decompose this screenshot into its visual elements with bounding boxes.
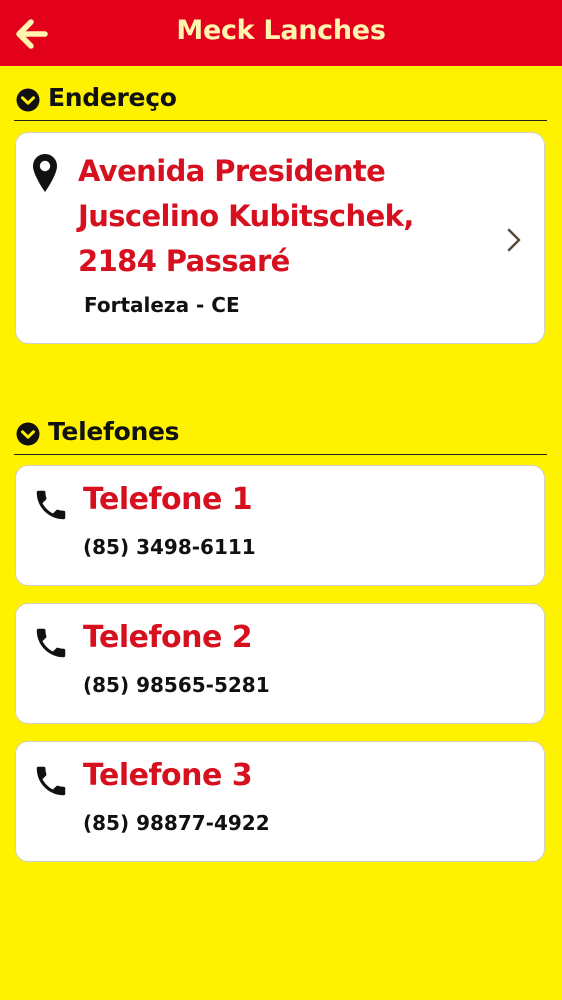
phone-number: (85) 98565-5281 (83, 673, 270, 697)
chevron-down-circle-icon (16, 88, 40, 112)
section-title-endereco: Endereço (48, 83, 177, 112)
address-street: Avenida Presidente Juscelino Kubitschek,… (78, 149, 478, 284)
phone-title: Telefone 3 (83, 758, 253, 793)
phone-title: Telefone 2 (83, 620, 253, 655)
address-line: Avenida Presidente (78, 154, 386, 188)
section-title-telefones: Telefones (48, 417, 180, 446)
phone-icon (36, 490, 66, 520)
phone-icon (36, 766, 66, 796)
address-card[interactable]: Avenida Presidente Juscelino Kubitschek,… (15, 132, 545, 344)
chevron-right-icon (507, 228, 521, 252)
phone-number: (85) 3498-6111 (83, 535, 256, 559)
phone-card[interactable]: Telefone 2 (85) 98565-5281 (15, 603, 545, 724)
app-title: Meck Lanches (176, 15, 386, 46)
address-line: Juscelino Kubitschek, (78, 199, 414, 233)
section-header-endereco[interactable]: Endereço (14, 76, 547, 121)
phone-number: (85) 98877-4922 (83, 811, 270, 835)
location-pin-icon (33, 154, 57, 192)
section-header-telefones[interactable]: Telefones (14, 410, 547, 455)
phone-title: Telefone 1 (83, 482, 253, 517)
app-bar: Meck Lanches (0, 0, 562, 66)
address-city: Fortaleza - CE (84, 293, 240, 317)
phone-icon (36, 628, 66, 658)
phone-card[interactable]: Telefone 1 (85) 3498-6111 (15, 465, 545, 586)
chevron-down-circle-icon (16, 422, 40, 446)
phone-card[interactable]: Telefone 3 (85) 98877-4922 (15, 741, 545, 862)
address-line: 2184 Passaré (78, 244, 290, 278)
